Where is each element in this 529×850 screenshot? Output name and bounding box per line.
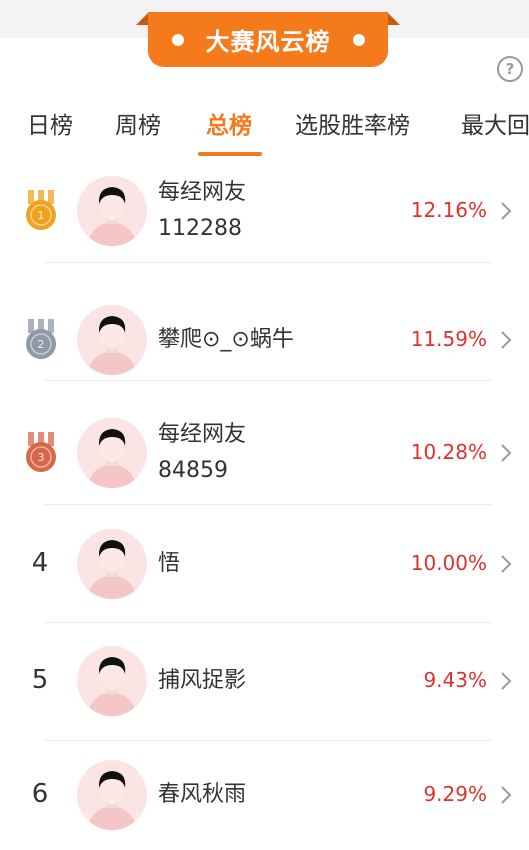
win-rate: 10.28% [410, 440, 487, 464]
user-name-line: 112288 [158, 216, 242, 241]
tab-weekly[interactable]: 周榜 [115, 106, 161, 140]
rank-number: 6 [31, 779, 49, 809]
tab-max-drawdown[interactable]: 最大回 [461, 106, 529, 140]
tab-bar: 日榜 周榜 总榜 选股胜率榜 最大回 [0, 98, 529, 158]
avatar[interactable] [77, 176, 147, 246]
user-name[interactable]: 每经网友 84859 [158, 417, 246, 489]
avatar[interactable] [77, 305, 147, 375]
avatar[interactable] [77, 760, 147, 830]
row-divider [44, 740, 492, 741]
gold-medal-icon: 1 [24, 190, 58, 232]
row-divider [44, 380, 492, 381]
win-rate: 10.00% [410, 551, 487, 575]
svg-text:3: 3 [38, 451, 45, 464]
user-name-line: 每经网友 [158, 422, 247, 447]
user-name[interactable]: 捕风捉影 [158, 663, 246, 699]
user-name[interactable]: 春风秋雨 [158, 777, 246, 813]
tab-daily[interactable]: 日榜 [27, 106, 73, 140]
leaderboard-row[interactable]: 6 春风秋雨 9.29% [0, 740, 529, 850]
avatar[interactable] [77, 529, 147, 599]
leaderboard-row[interactable]: 1 每经网友 112288 12.16% [0, 158, 529, 263]
user-name[interactable]: 悟 [158, 546, 180, 582]
banner-dot-left [171, 33, 184, 46]
silver-medal-icon: 2 [24, 319, 58, 361]
rank-number: 4 [31, 548, 49, 578]
help-icon[interactable]: ? [497, 56, 523, 82]
avatar[interactable] [77, 418, 147, 488]
leaderboard-row[interactable]: 4 悟 10.00% [0, 506, 529, 622]
leaderboard-row[interactable]: 3 每经网友 84859 10.28% [0, 400, 529, 506]
rank-number: 5 [31, 665, 49, 695]
chevron-right-icon[interactable] [499, 670, 513, 692]
leaderboard-row[interactable]: 5 捕风捉影 9.43% [0, 622, 529, 740]
user-name-line: 春风秋雨 [158, 782, 247, 807]
tab-stock-win-rate[interactable]: 选股胜率榜 [295, 106, 410, 140]
win-rate: 11.59% [410, 327, 487, 351]
row-divider [44, 262, 492, 263]
bronze-medal-icon: 3 [24, 432, 58, 474]
user-name-line: 每经网友 [158, 180, 247, 205]
row-divider [44, 504, 492, 505]
row-divider [44, 622, 492, 623]
active-tab-indicator [198, 152, 262, 156]
user-name-line: 悟 [158, 551, 181, 576]
win-rate: 9.43% [423, 668, 487, 692]
svg-text:2: 2 [38, 338, 45, 351]
tab-total[interactable]: 总榜 [206, 106, 252, 140]
banner-title: 大赛风云榜 [205, 28, 331, 56]
user-name[interactable]: 攀爬⊙_⊙蜗牛 [158, 322, 294, 358]
leaderboard-row[interactable]: 2 攀爬⊙_⊙蜗牛 11.59% [0, 280, 529, 400]
banner-dot-right [352, 33, 365, 46]
user-name-line: 捕风捉影 [158, 668, 247, 693]
chevron-right-icon[interactable] [499, 553, 513, 575]
user-name-line: 攀爬⊙_⊙蜗牛 [158, 327, 294, 352]
chevron-right-icon[interactable] [499, 200, 513, 222]
user-name[interactable]: 每经网友 112288 [158, 175, 246, 247]
win-rate: 12.16% [410, 198, 487, 222]
chevron-right-icon[interactable] [499, 784, 513, 806]
leaderboard-banner: 大赛风云榜 [148, 12, 388, 67]
avatar[interactable] [77, 646, 147, 716]
user-name-line: 84859 [158, 458, 228, 483]
chevron-right-icon[interactable] [499, 442, 513, 464]
win-rate: 9.29% [423, 782, 487, 806]
chevron-right-icon[interactable] [499, 329, 513, 351]
svg-text:1: 1 [38, 209, 45, 222]
